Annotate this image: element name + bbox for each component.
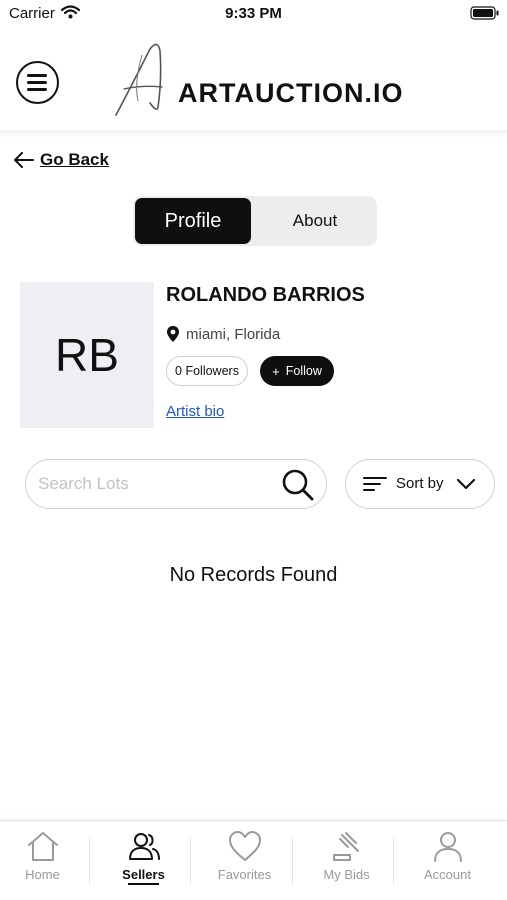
home-icon bbox=[28, 832, 58, 861]
tab-profile[interactable]: Profile bbox=[135, 198, 251, 244]
user-icon bbox=[434, 832, 462, 862]
tab-account[interactable]: Account bbox=[397, 821, 498, 900]
status-bar: Carrier 9:33 PM bbox=[0, 0, 507, 30]
go-back-link[interactable]: Go Back bbox=[14, 148, 109, 172]
location-pin-icon bbox=[167, 326, 179, 342]
sort-button[interactable]: Sort by bbox=[345, 459, 495, 509]
go-back-label: Go Back bbox=[40, 150, 109, 169]
tab-sellers[interactable]: Sellers bbox=[93, 821, 194, 900]
heart-icon bbox=[229, 831, 261, 861]
menu-line-icon bbox=[27, 74, 47, 77]
users-icon bbox=[129, 833, 160, 860]
seller-location: miami, Florida bbox=[166, 324, 280, 344]
menu-line-icon bbox=[27, 81, 47, 84]
gavel-icon bbox=[333, 832, 359, 861]
sort-lines-icon bbox=[363, 477, 387, 491]
tab-my-bids[interactable]: My Bids bbox=[296, 821, 397, 900]
artist-bio-link[interactable]: Artist bio bbox=[166, 403, 224, 420]
seller-name: ROLANDO BARRIOS bbox=[166, 284, 365, 306]
search-icon[interactable] bbox=[281, 468, 315, 502]
active-tab-indicator bbox=[128, 883, 159, 885]
logo-icon bbox=[115, 43, 163, 116]
follow-label: Follow bbox=[285, 364, 322, 378]
chevron-down-icon bbox=[456, 478, 476, 490]
search-box bbox=[25, 459, 327, 509]
tab-favorites[interactable]: Favorites bbox=[194, 821, 295, 900]
tab-divider bbox=[393, 838, 394, 884]
tab-sellers-label: Sellers bbox=[122, 867, 165, 882]
tab-about[interactable]: About bbox=[255, 198, 375, 244]
menu-button[interactable] bbox=[16, 61, 59, 104]
search-input[interactable] bbox=[38, 468, 278, 500]
followers-count[interactable]: 0 Followers bbox=[166, 356, 248, 386]
tab-account-label: Account bbox=[424, 867, 471, 882]
tab-favorites-label: Favorites bbox=[217, 867, 272, 882]
battery-icon bbox=[470, 6, 499, 20]
status-time: 9:33 PM bbox=[225, 5, 282, 22]
header-divider bbox=[0, 130, 507, 138]
tab-home-label: Home bbox=[25, 867, 60, 882]
logo-text: ARTAUCTION.IO bbox=[178, 78, 404, 108]
plus-icon: + bbox=[272, 363, 280, 379]
profile-tab-switcher: Profile About bbox=[133, 196, 377, 246]
bottom-tab-bar: Home Sellers Favorites My Bids Account bbox=[0, 820, 507, 900]
location-text: miami, Florida bbox=[186, 325, 281, 343]
tab-divider bbox=[292, 838, 293, 884]
follow-button[interactable]: + Follow bbox=[260, 356, 334, 386]
arrow-left-icon bbox=[14, 152, 34, 168]
seller-avatar: RB bbox=[20, 282, 154, 428]
tab-divider bbox=[190, 838, 191, 884]
app-header: ARTAUCTION.IO bbox=[0, 36, 507, 130]
tab-my-bids-label: My Bids bbox=[323, 867, 370, 882]
sort-label: Sort by bbox=[396, 475, 444, 492]
empty-state-message: No Records Found bbox=[169, 564, 338, 586]
menu-line-icon bbox=[27, 88, 47, 91]
tab-divider bbox=[89, 838, 90, 884]
tab-home[interactable]: Home bbox=[0, 821, 93, 900]
